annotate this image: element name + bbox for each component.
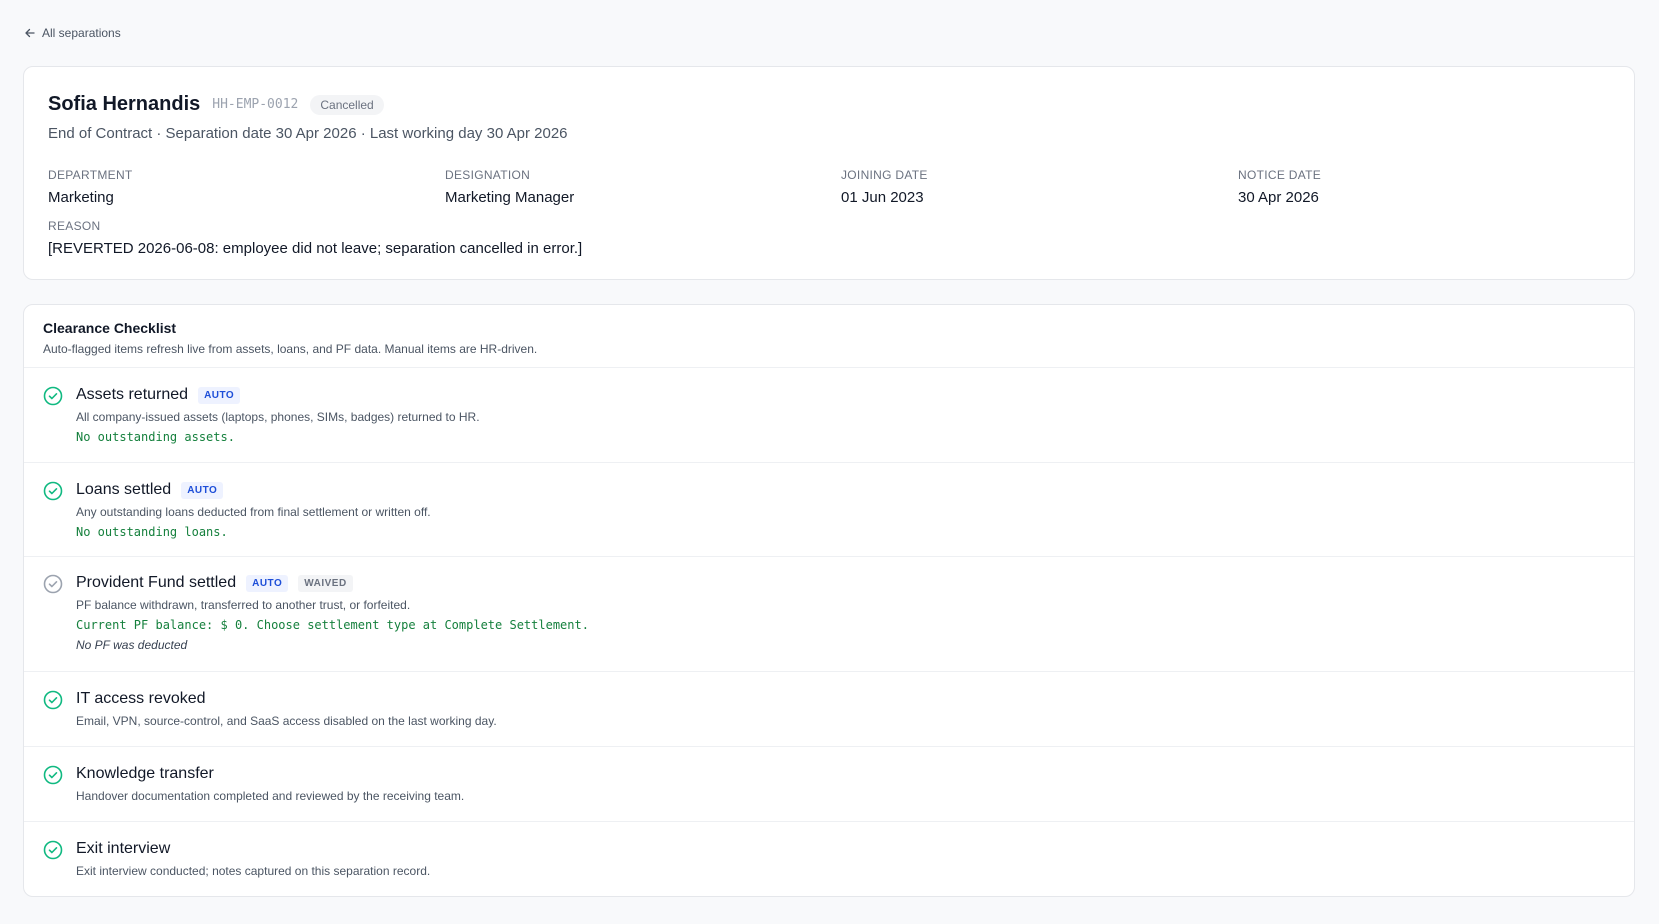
item-description: Exit interview conducted; notes captured… <box>76 864 431 878</box>
item-title-row: Provident Fund settled AUTO WAIVED <box>76 574 1634 592</box>
field-label: DESIGNATION <box>445 168 531 182</box>
checklist-item-it-access[interactable]: IT access revoked Email, VPN, source-con… <box>24 672 1634 747</box>
field-value: 30 Apr 2026 <box>1238 189 1319 206</box>
item-title: Exit interview <box>76 840 171 857</box>
field-value: Marketing Manager <box>445 189 575 206</box>
field-label: REASON <box>48 219 101 233</box>
item-description: Handover documentation completed and rev… <box>76 789 465 803</box>
separation-detail-page: All separations Sofia Hernandis HH-EMP-0… <box>0 0 1659 924</box>
arrow-left-icon <box>25 28 35 38</box>
item-title: IT access revoked <box>76 690 206 707</box>
item-description: PF balance withdrawn, transferred to ano… <box>76 598 411 612</box>
employee-name-row: Sofia Hernandis HH-EMP-0012 Cancelled <box>48 93 384 116</box>
item-status-note: Current PF balance: $ 0. Choose settleme… <box>76 618 589 632</box>
check-circle-icon <box>43 690 63 710</box>
item-description: Any outstanding loans deducted from fina… <box>76 505 431 519</box>
item-title-row: Loans settled AUTO <box>76 481 1634 499</box>
checklist-subtitle: Auto-flagged items refresh live from ass… <box>43 342 538 356</box>
checklist-item-loans-settled[interactable]: Loans settled AUTO Any outstanding loans… <box>24 463 1634 557</box>
field-value: Marketing <box>48 189 114 206</box>
item-description: All company-issued assets (laptops, phon… <box>76 410 480 424</box>
item-title-row: Knowledge transfer <box>76 765 1634 783</box>
waived-tag: WAIVED <box>298 574 353 592</box>
item-status-note: No outstanding assets. <box>76 430 235 444</box>
employee-code: HH-EMP-0012 <box>212 97 299 112</box>
item-remark: No PF was deducted <box>76 638 188 652</box>
clearance-checklist-card: Clearance Checklist Auto-flagged items r… <box>23 304 1635 897</box>
checklist-header: Clearance Checklist Auto-flagged items r… <box>24 305 1634 368</box>
item-title: Knowledge transfer <box>76 765 214 782</box>
field-reason: REASON [REVERTED 2026-06-08: employee di… <box>48 219 582 257</box>
checklist-item-assets-returned[interactable]: Assets returned AUTO All company-issued … <box>24 368 1634 463</box>
field-value: [REVERTED 2026-06-08: employee did not l… <box>48 240 583 257</box>
auto-tag: AUTO <box>181 481 224 499</box>
item-title-row: Exit interview <box>76 840 1634 858</box>
employee-fields: DEPARTMENT Marketing DESIGNATION Marketi… <box>48 168 1612 208</box>
separation-summary: End of Contract · Separation date 30 Apr… <box>48 125 568 142</box>
item-status-note: No outstanding loans. <box>76 525 228 539</box>
employee-name: Sofia Hernandis <box>48 93 201 115</box>
checklist-title: Clearance Checklist <box>43 320 177 336</box>
checklist-item-provident-fund[interactable]: Provident Fund settled AUTO WAIVED PF ba… <box>24 557 1634 672</box>
field-label: NOTICE DATE <box>1238 168 1322 182</box>
field-label: JOINING DATE <box>841 168 928 182</box>
field-department: DEPARTMENT Marketing <box>48 168 133 206</box>
back-to-separations-link[interactable]: All separations <box>24 26 121 40</box>
checklist-item-exit-interview[interactable]: Exit interview Exit interview conducted;… <box>24 822 1634 896</box>
checklist-item-knowledge-transfer[interactable]: Knowledge transfer Handover documentatio… <box>24 747 1634 822</box>
check-circle-icon <box>43 765 63 785</box>
auto-tag: AUTO <box>198 386 241 404</box>
status-badge: Cancelled <box>310 94 384 115</box>
item-title: Provident Fund settled <box>76 574 237 591</box>
check-circle-icon <box>43 481 63 501</box>
item-title: Loans settled <box>76 481 172 498</box>
item-description: Email, VPN, source-control, and SaaS acc… <box>76 714 497 728</box>
check-circle-icon <box>43 386 63 406</box>
field-value: 01 Jun 2023 <box>841 189 924 206</box>
field-joining-date: JOINING DATE 01 Jun 2023 <box>841 168 928 206</box>
check-circle-muted-icon <box>43 574 63 594</box>
employee-summary-card: Sofia Hernandis HH-EMP-0012 Cancelled En… <box>23 66 1635 280</box>
field-designation: DESIGNATION Marketing Manager <box>445 168 574 206</box>
item-title-row: IT access revoked <box>76 690 1634 708</box>
check-circle-icon <box>43 840 63 860</box>
field-label: DEPARTMENT <box>48 168 133 182</box>
auto-tag: AUTO <box>246 574 289 592</box>
back-link-label: All separations <box>42 26 121 40</box>
item-title-row: Assets returned AUTO <box>76 386 1634 404</box>
field-notice-date: NOTICE DATE 30 Apr 2026 <box>1238 168 1321 206</box>
item-title: Assets returned <box>76 386 189 403</box>
